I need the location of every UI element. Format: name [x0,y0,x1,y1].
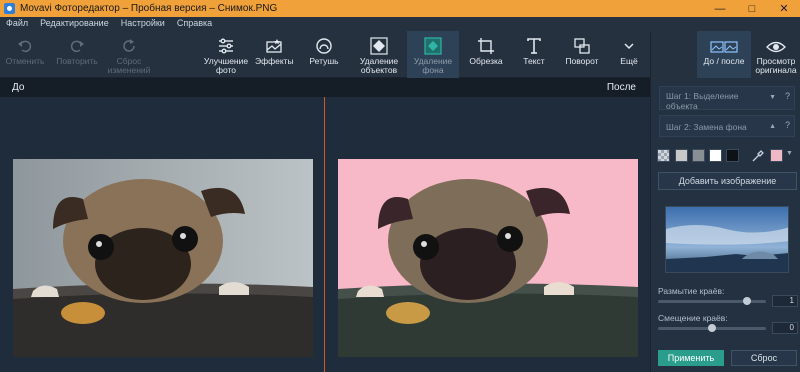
crop-button[interactable]: Обрезка [464,31,508,78]
app-logo-icon [4,3,15,14]
chevron-down-icon [617,35,641,57]
maximize-icon[interactable]: □ [736,0,768,17]
settings-panel: До / после Просмотр оригинала Шаг 1: Выд… [650,31,800,372]
remove-objects-button[interactable]: Удаление объектов [352,31,406,78]
slider-handle[interactable] [708,324,716,332]
menu-file[interactable]: Файл [0,17,34,31]
edge-blur-label: Размытие краёв: [658,286,725,296]
swatch-white[interactable] [709,149,722,162]
app-window: Movavi Фоторедактор – Пробная версия – С… [0,0,800,372]
compare-bar: До После [0,78,650,97]
after-label: После [606,82,636,93]
eyedropper-icon[interactable] [751,149,765,168]
background-thumbnail[interactable] [665,206,789,273]
edge-shift-slider[interactable] [658,324,766,332]
close-icon[interactable]: ✕ [768,0,800,17]
slider-handle[interactable] [743,297,751,305]
refresh-icon [117,35,141,57]
retouch-button[interactable]: Ретушь [302,31,346,78]
undo-label: Отменить [5,56,45,66]
reset-changes-label: Сброс изменений [107,56,151,75]
rotate-button[interactable]: Поворот [558,31,606,78]
before-label: До [12,82,25,93]
step1-label: Шаг 1: Выделение объекта [666,91,739,111]
text-button[interactable]: Текст [512,31,556,78]
reset-changes-button[interactable]: Сброс изменений [104,31,154,78]
retouch-label: Ретушь [309,56,339,66]
chevron-down-icon[interactable]: ▼ [786,150,793,157]
menu-settings[interactable]: Настройки [115,17,171,31]
window-title: Movavi Фоторедактор – Пробная версия – С… [20,3,278,14]
remove-objects-icon [367,35,391,57]
redo-button[interactable]: Повторить [52,31,102,78]
swatch-gray[interactable] [692,149,705,162]
help-icon[interactable]: ? [785,120,790,130]
expand-icon: ▼ [769,94,776,101]
crop-icon [474,35,498,57]
swatch-light-gray[interactable] [675,149,688,162]
sliders-icon [214,35,238,57]
edge-blur-slider[interactable] [658,297,766,305]
text-icon [522,35,546,57]
undo-icon [13,35,37,57]
effects-button[interactable]: Эффекты [253,31,295,78]
compare-divider[interactable] [324,97,325,372]
edge-shift-label: Смещение краёв: [658,313,728,323]
redo-label: Повторить [56,56,98,66]
apply-button[interactable]: Применить [658,350,724,366]
split-view-icon [710,37,738,57]
reset-button[interactable]: Сброс [731,350,797,366]
before-after-button[interactable]: До / после [697,31,751,78]
after-photo [338,159,638,357]
title-bar: Movavi Фоторедактор – Пробная версия – С… [0,0,800,17]
effects-icon [262,35,286,57]
remove-objects-label: Удаление объектов [359,56,399,75]
add-image-button[interactable]: Добавить изображение [658,172,797,190]
view-original-label: Просмотр оригинала [755,56,797,75]
menu-bar: Файл Редактирование Настройки Справка [0,17,800,31]
image-canvas[interactable] [0,97,650,372]
minimize-icon[interactable]: — [704,0,736,17]
enhance-button[interactable]: Улучшение фото [199,31,253,78]
more-label: Ещё [620,56,638,66]
before-after-label: До / после [703,56,745,66]
menu-help[interactable]: Справка [171,17,218,31]
undo-button[interactable]: Отменить [2,31,48,78]
enhance-label: Улучшение фото [203,56,249,75]
step2-header[interactable]: Шаг 2: Замена фона ▲ ? [659,115,795,137]
text-label: Текст [523,56,545,66]
redo-icon [65,35,89,57]
transparent-swatch[interactable] [657,149,670,162]
edge-blur-input[interactable]: 1 [772,295,798,307]
more-button[interactable]: Ещё [610,31,648,78]
edge-shift-input[interactable]: 0 [772,322,798,334]
remove-background-button[interactable]: Удаление фона [407,31,459,78]
selected-color-swatch[interactable] [770,149,783,162]
crop-label: Обрезка [469,56,503,66]
effects-label: Эффекты [255,56,294,66]
swatch-black[interactable] [726,149,739,162]
rotate-icon [570,35,594,57]
help-icon[interactable]: ? [785,91,790,101]
collapse-icon: ▲ [769,123,776,130]
before-photo [13,159,313,357]
color-swatches: ▼ [657,149,797,163]
step1-header[interactable]: Шаг 1: Выделение объекта ▼ ? [659,86,795,111]
remove-background-label: Удаление фона [413,56,453,75]
menu-edit[interactable]: Редактирование [34,17,115,31]
eye-icon [766,37,786,57]
view-original-button[interactable]: Просмотр оригинала [751,31,800,78]
retouch-icon [312,35,336,57]
remove-background-icon [421,35,445,57]
rotate-label: Поворот [565,56,599,66]
view-mode-bar: До / после Просмотр оригинала [651,31,800,78]
